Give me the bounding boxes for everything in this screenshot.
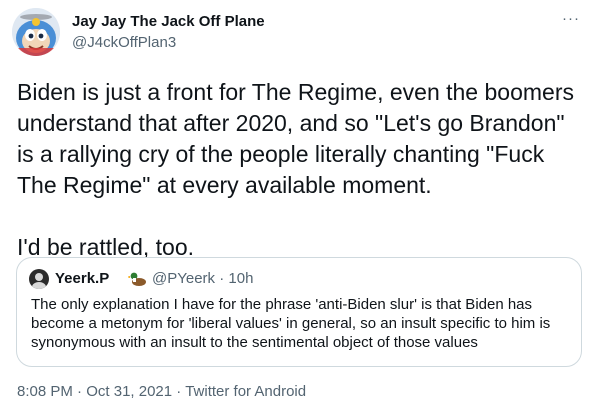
quoted-tweet-card[interactable]: Yeerk.P @PYeerk · 10h The only explanati… (16, 257, 582, 367)
tweet-text: Biden is just a front for The Regime, ev… (17, 79, 574, 260)
tweet-source[interactable]: Twitter for Android (185, 383, 306, 400)
quoted-separator: · (219, 270, 225, 287)
ellipsis-icon[interactable]: ··· (556, 10, 586, 30)
quoted-handle[interactable]: @PYeerk (152, 270, 215, 287)
quoted-author-avatar[interactable] (29, 269, 49, 289)
meta-separator-2: · (176, 383, 182, 400)
tweet-time[interactable]: 8:08 PM (17, 383, 73, 400)
author-name[interactable]: Jay Jay The Jack Off Plane (72, 12, 265, 32)
quoted-time[interactable]: 10h (228, 270, 253, 287)
tweet-date[interactable]: Oct 31, 2021 (86, 383, 172, 400)
tweet-metadata: 8:08 PM · Oct 31, 2021 · Twitter for And… (17, 382, 306, 402)
author-avatar[interactable] (12, 8, 60, 56)
author-handle[interactable]: @J4ckOffPlan3 (72, 33, 176, 53)
quoted-tweet-text: The only explanation I have for the phra… (31, 296, 551, 351)
quoted-author-handle-and-time[interactable]: @PYeerk · 10h (152, 270, 253, 288)
duck-emoji-icon (127, 270, 148, 288)
avatar-silhouette-icon (29, 269, 49, 289)
quoted-author-name[interactable]: Yeerk.P (55, 270, 109, 288)
meta-separator-1: · (77, 383, 83, 400)
cartoon-airplane-avatar-icon (12, 8, 60, 56)
